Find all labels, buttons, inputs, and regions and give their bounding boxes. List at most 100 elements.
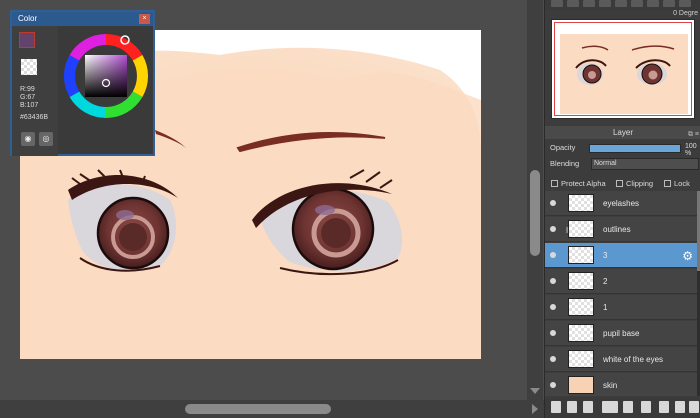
layer-thumbnail (568, 246, 594, 264)
green-value: G:67 (20, 94, 36, 101)
blue-value: B:107 (20, 102, 39, 109)
clipping-box[interactable] (616, 180, 623, 187)
lock-checkbox[interactable]: Lock (664, 179, 690, 188)
palette-icon[interactable]: ◉ (21, 132, 35, 146)
main-color-swatch[interactable] (19, 32, 35, 48)
protect-alpha-label: Protect Alpha (561, 179, 606, 188)
visibility-eye-icon[interactable] (550, 330, 556, 336)
hex-value: #63436B (20, 114, 49, 121)
layer-name: skin (603, 381, 618, 390)
fit-icon[interactable] (583, 0, 595, 7)
layer-name: white of the eyes (603, 355, 664, 364)
transparent-color-swatch[interactable] (21, 59, 37, 75)
merge-down-icon[interactable] (659, 401, 669, 413)
blending-mode-value: Normal (594, 160, 617, 167)
blending-label: Blending (550, 159, 580, 168)
opacity-value[interactable]: 100 % (685, 143, 700, 157)
mirror-icon[interactable] (679, 0, 691, 7)
layer-row[interactable]: 1 (545, 295, 697, 320)
visibility-eye-icon[interactable] (550, 278, 556, 284)
navigator-preview[interactable] (551, 19, 695, 119)
layer-thumbnail (568, 350, 594, 368)
red-value: R:99 (20, 86, 35, 93)
delete-layer-icon[interactable] (689, 401, 699, 413)
color-info-column: R:99 G:67 B:107 #63436B ◉ ◎ (12, 26, 58, 156)
horizontal-scrollbar[interactable] (0, 400, 544, 418)
layer-mask-icon[interactable] (675, 401, 685, 413)
layer-thumbnail (568, 220, 594, 238)
layer-name: eyelashes (603, 199, 640, 208)
actual-size-icon[interactable] (599, 0, 611, 7)
visibility-eye-icon[interactable] (550, 382, 556, 388)
clipping-label: Clipping (626, 179, 654, 188)
layer-thumbnail (568, 194, 594, 212)
eyedropper-icon[interactable]: ◎ (39, 132, 53, 146)
layer-row[interactable]: 2 (545, 269, 697, 294)
panel-menu-icon[interactable]: ⧉ ≡ (688, 128, 699, 141)
vertical-scroll-thumb[interactable] (530, 170, 540, 256)
scroll-down-arrow-icon[interactable] (530, 388, 540, 394)
rotate-right-icon[interactable] (647, 0, 659, 7)
visibility-eye-icon[interactable] (550, 356, 556, 362)
protect-alpha-box[interactable] (551, 180, 558, 187)
reset-rotation-icon[interactable] (663, 0, 675, 7)
layer-thumbnail (568, 324, 594, 342)
visibility-eye-icon[interactable] (550, 226, 556, 232)
scroll-right-arrow-icon[interactable] (532, 404, 538, 414)
new-vector-layer-icon[interactable] (567, 401, 577, 413)
layer-row[interactable]: eyelashes (545, 191, 697, 216)
layer-settings-gear-icon[interactable]: ⚙ (682, 249, 693, 263)
new-folder-icon[interactable] (583, 401, 593, 413)
layer-list[interactable]: eyelashes ⛓ outlines 3 ⚙ 2 1 pupil bas (545, 191, 697, 396)
layer-row-selected[interactable]: 3 ⚙ (545, 243, 697, 268)
zoom-in-icon[interactable] (551, 0, 563, 7)
clipping-checkbox[interactable]: Clipping (616, 179, 653, 188)
rgb-values: R:99 G:67 B:107 (20, 86, 38, 110)
rotation-degree: 0 Degre (673, 10, 698, 17)
color-panel-title: Color (18, 14, 38, 23)
visibility-eye-icon[interactable] (550, 200, 556, 206)
layer-thumbnail (568, 376, 594, 394)
visibility-eye-icon[interactable] (550, 252, 556, 258)
layer-thumbnail (568, 298, 594, 316)
layer-folder-icon[interactable] (623, 401, 633, 413)
color-wheel[interactable] (60, 30, 152, 122)
layer-row[interactable]: pupil base (545, 321, 697, 346)
rotate-left-icon[interactable] (631, 0, 643, 7)
copy-layer-icon[interactable] (641, 401, 651, 413)
color-palette-panel[interactable]: Color × R:99 G:67 B:107 #63436B ◉ ◎ (10, 10, 155, 156)
protect-alpha-checkbox[interactable]: Protect Alpha (551, 179, 606, 188)
layer-thumbnail (568, 272, 594, 290)
layer-name: 3 (603, 251, 608, 260)
lock-box[interactable] (664, 180, 671, 187)
blending-row: Blending Normal (545, 157, 700, 171)
layer-options-row: Protect Alpha Clipping Lock (545, 176, 700, 190)
color-panel-titlebar[interactable]: Color × (12, 12, 153, 26)
opacity-slider[interactable] (589, 144, 681, 153)
opacity-label: Opacity (550, 143, 576, 152)
lock-label: Lock (674, 179, 690, 188)
horizontal-scroll-thumb[interactable] (185, 404, 331, 414)
layer-name: 1 (603, 303, 608, 312)
opacity-row: Opacity 100 % (545, 141, 700, 157)
layer-row[interactable]: skin (545, 373, 697, 396)
layer-name: pupil base (603, 329, 640, 338)
layer-panel-title: Layer (612, 128, 633, 137)
navigator-view-frame[interactable] (554, 22, 692, 116)
zoom-out-icon[interactable] (567, 0, 579, 7)
right-side-panel: 0 Degre Layer ⧉ ≡ Opacity 100 % Blending… (544, 0, 700, 418)
layer-name: 2 (603, 277, 608, 286)
layer-name: outlines (603, 225, 631, 234)
new-raster-layer-icon[interactable] (551, 401, 561, 413)
visibility-eye-icon[interactable] (550, 304, 556, 310)
navigator-toolbar (545, 0, 700, 10)
new-layer-dropdown-icon[interactable] (602, 401, 618, 413)
vertical-scrollbar[interactable] (527, 0, 543, 400)
blending-mode-select[interactable]: Normal (591, 158, 699, 170)
layer-panel-header[interactable]: Layer ⧉ ≡ (545, 126, 700, 139)
layer-row[interactable]: ⛓ outlines (545, 217, 697, 242)
layer-row[interactable]: white of the eyes (545, 347, 697, 372)
flip-icon[interactable] (615, 0, 627, 7)
layer-toolbar (545, 398, 700, 418)
close-button[interactable]: × (139, 14, 150, 24)
